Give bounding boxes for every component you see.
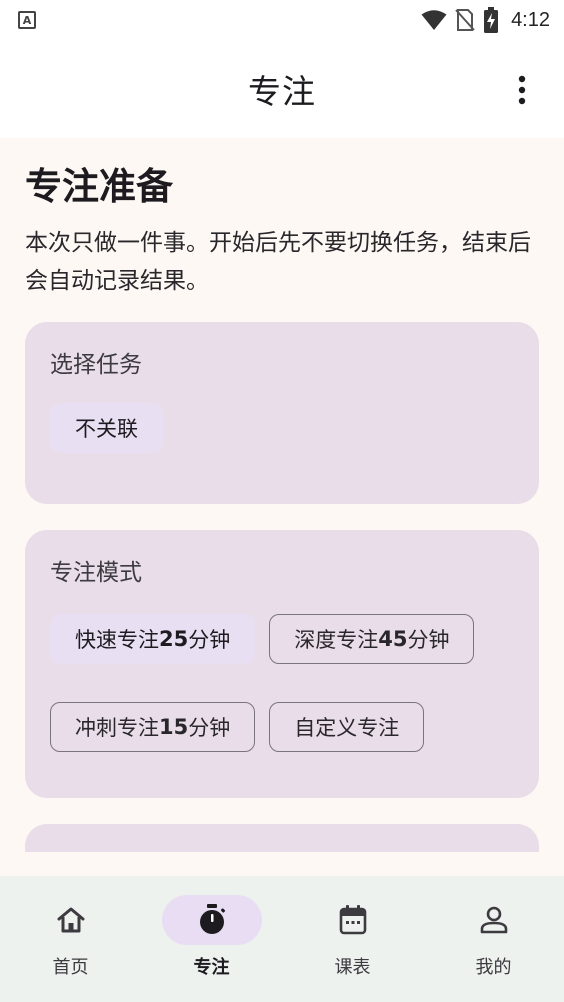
nav-item-home[interactable]: 首页 (0, 876, 141, 1002)
mode-chip-quick[interactable]: 快速专注 25 分钟 (50, 614, 256, 664)
nav-label-profile: 我的 (475, 957, 512, 978)
next-card-partial (25, 824, 539, 852)
no-sim-icon (455, 9, 475, 31)
mode-chip-sprint[interactable]: 冲刺专注 15 分钟 (50, 702, 256, 752)
person-icon (480, 906, 507, 934)
page-title: 专注 (248, 72, 316, 111)
more-options-button[interactable] (502, 70, 542, 110)
home-icon (57, 907, 84, 933)
section-heading: 专注准备 (25, 165, 173, 208)
nav-label-home: 首页 (52, 957, 89, 978)
mode-chip-custom[interactable]: 自定义专注 (269, 702, 425, 752)
focus-mode-card: 专注模式 快速专注 25 分钟 深度专注 45 分钟 冲刺专注 15 分钟 自定义专注 (25, 530, 539, 798)
focus-screen: A 4:12 专注 专注准备 本次只做一件事。开始后先不要切换任务，结束后会自动… (0, 0, 564, 1002)
nav-item-schedule[interactable]: 课表 (282, 876, 423, 1002)
bottom-navigation: 首页 专注 课表 我的 (0, 876, 564, 1002)
status-time: 4:12 (511, 8, 550, 31)
stopwatch-icon (199, 904, 225, 934)
section-description: 本次只做一件事。开始后先不要切换任务，结束后会自动记录结果。 (25, 230, 531, 294)
battery-charging-icon (484, 7, 499, 33)
nav-item-profile[interactable]: 我的 (423, 876, 564, 1002)
more-vert-icon (518, 75, 526, 105)
nav-label-focus: 专注 (193, 957, 230, 978)
focus-prep-content[interactable]: 专注准备 本次只做一件事。开始后先不要切换任务，结束后会自动记录结果。 选择任务… (0, 138, 564, 852)
mode-chip-deep[interactable]: 深度专注 45 分钟 (269, 614, 475, 664)
accessibility-a-icon: A (18, 11, 36, 29)
mode-card-label: 专注模式 (50, 560, 142, 586)
task-chip-none[interactable]: 不关联 (50, 403, 163, 453)
top-app-bar: 专注 (0, 40, 564, 138)
nav-item-focus[interactable]: 专注 (141, 876, 282, 1002)
nav-label-schedule: 课表 (334, 957, 371, 978)
wifi-icon (421, 10, 447, 30)
task-select-card: 选择任务 不关联 (25, 322, 539, 504)
status-bar: A 4:12 (0, 0, 564, 40)
calendar-icon (339, 905, 366, 935)
task-card-label: 选择任务 (50, 352, 142, 378)
